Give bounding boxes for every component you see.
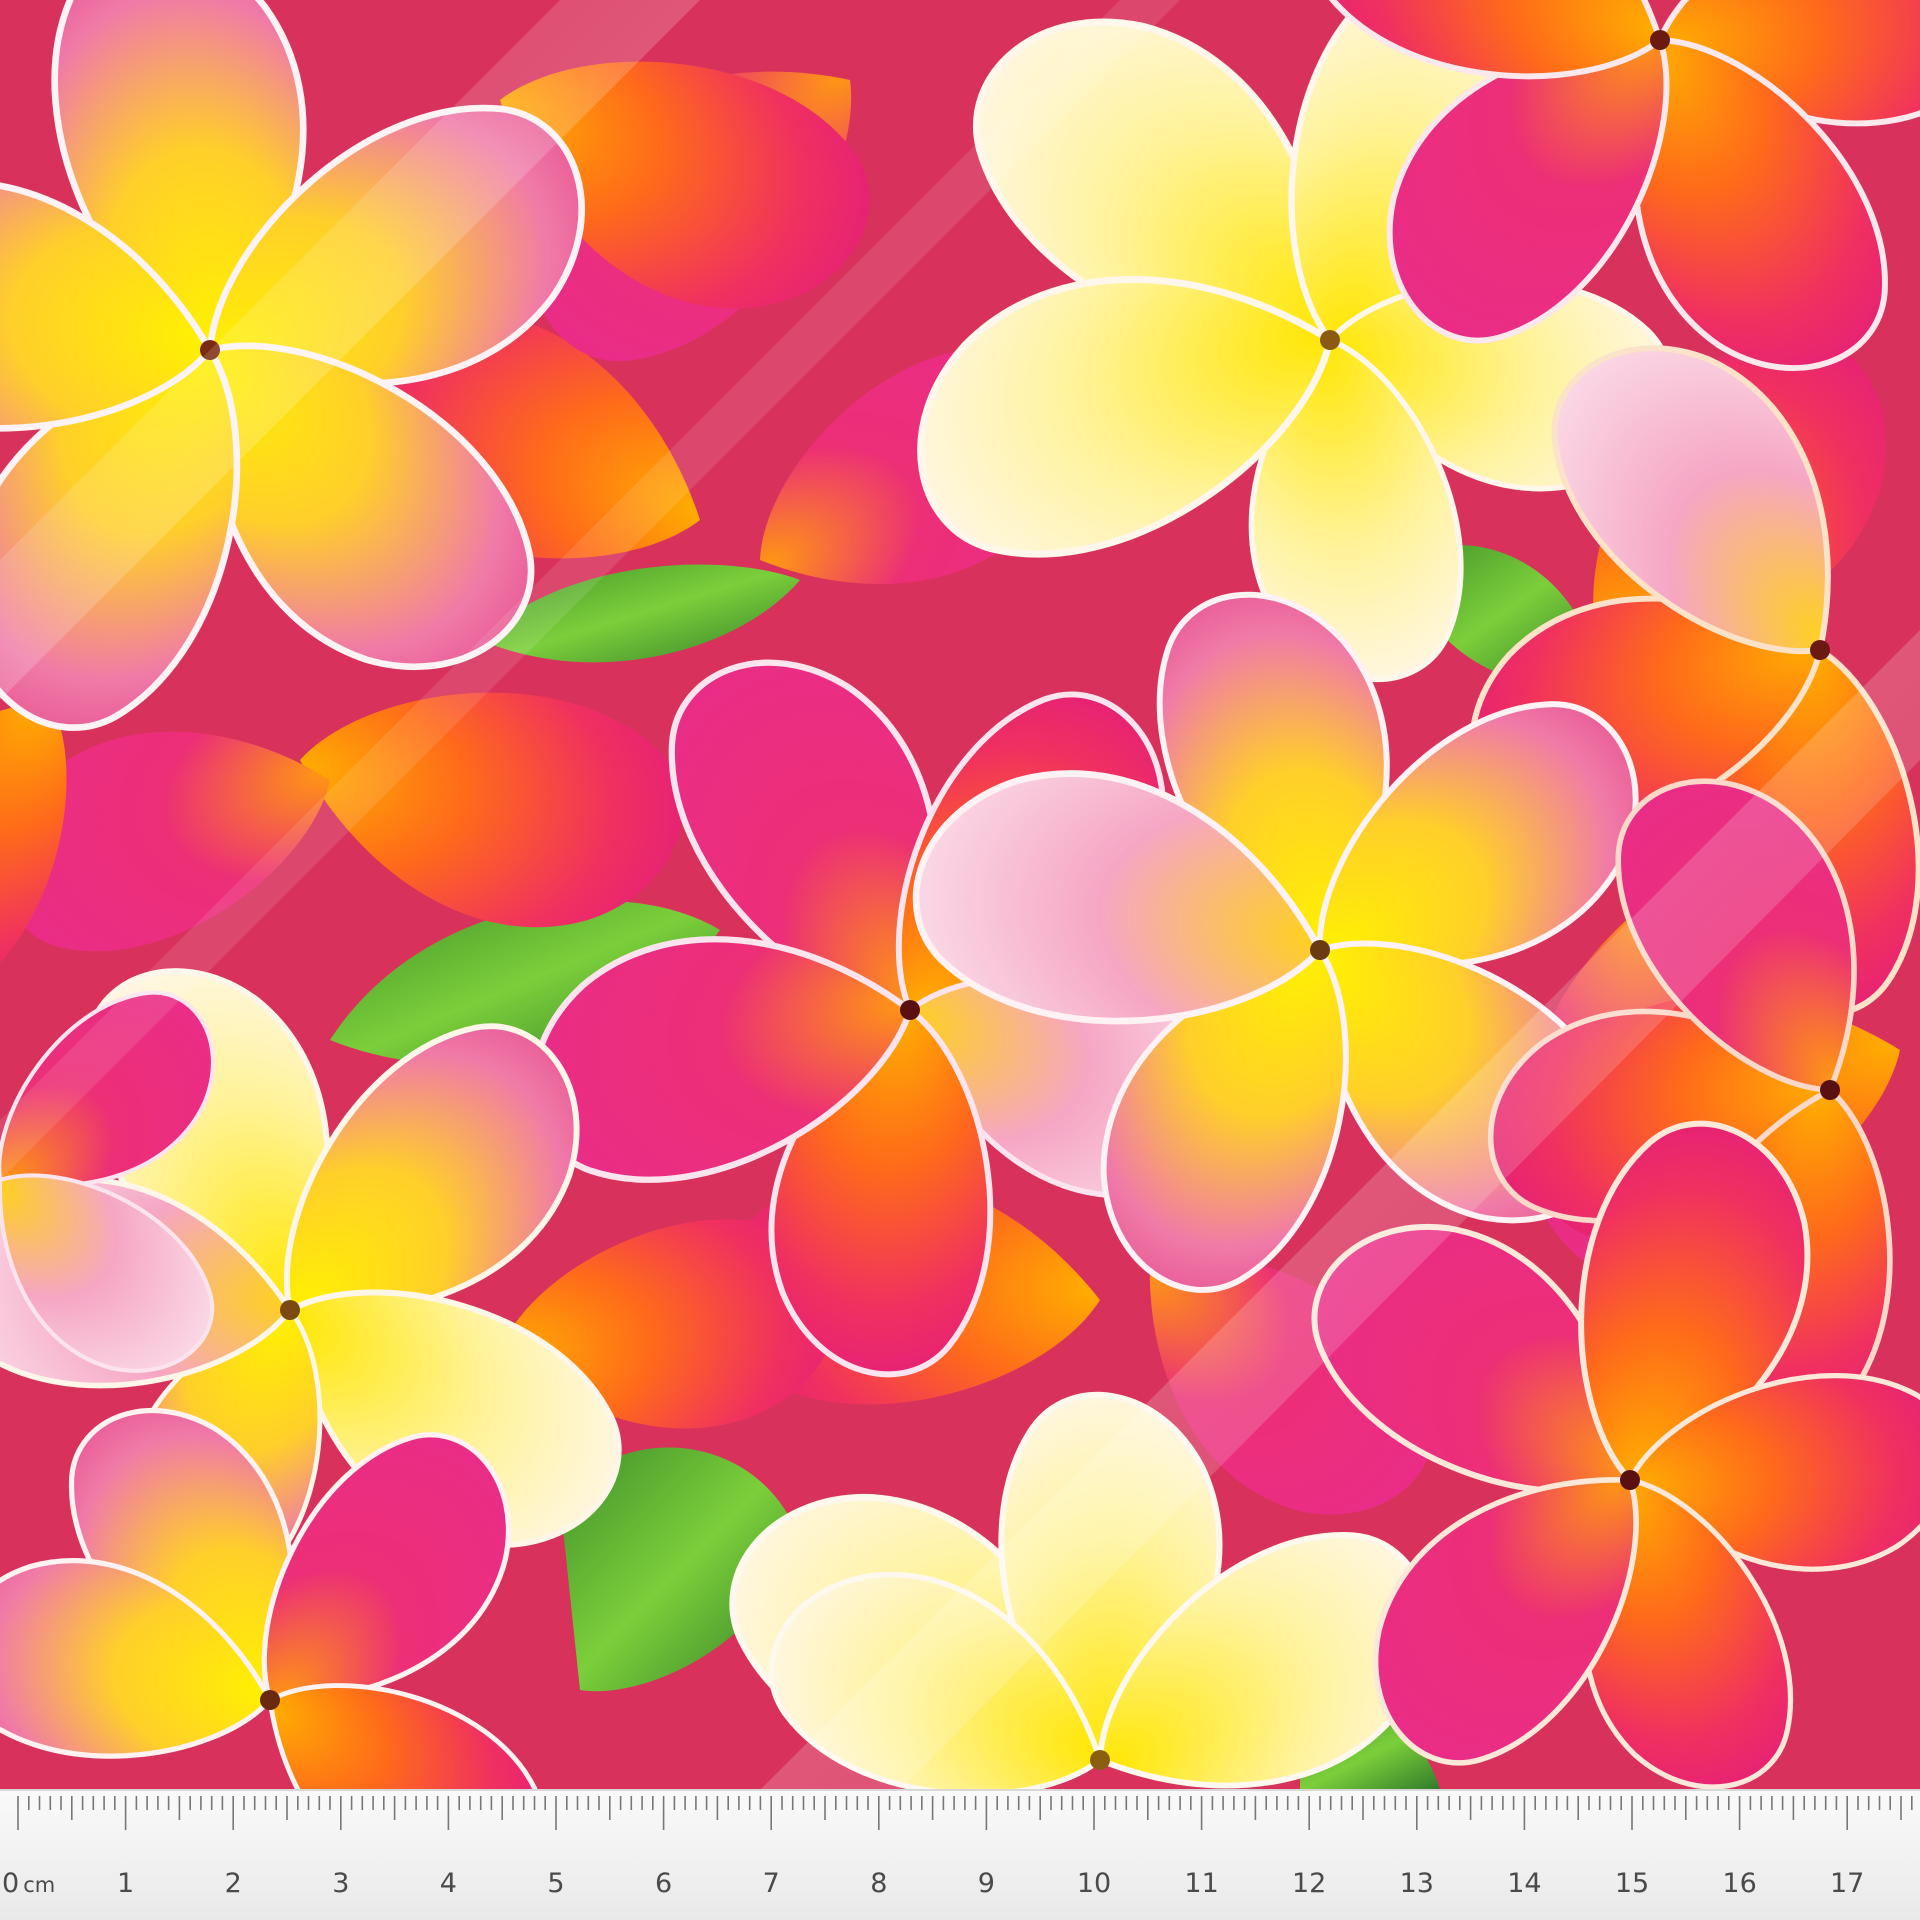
fabric-photo: 0 cm 1 2 3 4 5 6 7 8 9 10 11 12 13 14 15 16 17 bbox=[0, 0, 1920, 1920]
flower-artwork bbox=[0, 0, 1920, 1920]
measuring-ruler bbox=[0, 1789, 1920, 1920]
